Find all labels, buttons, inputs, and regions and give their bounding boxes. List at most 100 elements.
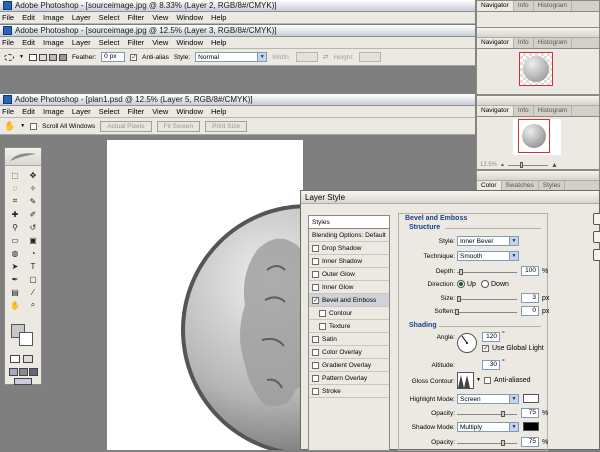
eraser-icon[interactable]: ▭ (9, 234, 21, 246)
style-item-blending-options-default[interactable]: Blending Options: Default (309, 229, 389, 242)
menu-view[interactable]: View (152, 107, 168, 116)
quickmask-buttons[interactable] (10, 355, 33, 363)
zoom-slider[interactable] (507, 161, 548, 168)
zoom-readout[interactable]: 12.5% (480, 162, 497, 168)
window-1-titlebar[interactable]: Adobe Photoshop - [sourceimage.jpg @ 8.3… (0, 0, 475, 12)
style-select[interactable]: Normal ▼ (195, 52, 268, 62)
style-item-checkbox[interactable] (312, 296, 319, 304)
selection-mode-icons[interactable] (28, 53, 67, 61)
move-icon[interactable]: ✥ (27, 169, 39, 181)
style-item-inner-shadow[interactable]: Inner Shadow (309, 255, 389, 268)
brush-icon[interactable]: ✐ (27, 208, 39, 220)
style-item-checkbox[interactable] (312, 361, 319, 369)
navigator-2-thumbnail[interactable] (519, 52, 553, 86)
blur-icon[interactable]: ◍ (9, 247, 21, 259)
soften-slider[interactable] (457, 312, 517, 313)
fit-screen-button[interactable]: Fit Screen (156, 120, 201, 132)
scroll-all-checkbox[interactable] (30, 122, 38, 130)
depth-slider[interactable] (457, 272, 517, 273)
global-light-checkbox[interactable] (482, 345, 489, 352)
style-item-checkbox[interactable] (312, 348, 319, 356)
depth-input[interactable]: 100 (521, 266, 539, 276)
direction-down-radio[interactable] (481, 280, 489, 288)
tab-info[interactable]: Info (514, 106, 534, 116)
style-item-color-overlay[interactable]: Color Overlay (309, 346, 389, 359)
print-size-button[interactable]: Print Size (205, 120, 247, 132)
style-item-gradient-overlay[interactable]: Gradient Overlay (309, 359, 389, 372)
pen-icon[interactable]: ✒ (9, 273, 21, 285)
highlight-opacity-slider[interactable] (457, 414, 517, 415)
hand-icon[interactable]: ✋ (9, 299, 21, 311)
size-slider-thumb[interactable] (457, 296, 461, 302)
menu-help[interactable]: Help (211, 38, 226, 47)
angle-dial[interactable] (457, 333, 477, 353)
menu-select[interactable]: Select (99, 38, 120, 47)
notes-icon[interactable]: ▤ (9, 286, 21, 298)
style-item-outer-glow[interactable]: Outer Glow (309, 268, 389, 281)
ok-button[interactable] (593, 213, 600, 225)
menu-image[interactable]: Image (43, 38, 64, 47)
tab-info[interactable]: Info (514, 38, 534, 48)
menu-file[interactable]: File (2, 13, 14, 22)
menu-view[interactable]: View (152, 38, 168, 47)
style-item-stroke[interactable]: Stroke (309, 385, 389, 398)
chevron-down-icon[interactable]: ▼ (20, 123, 25, 129)
bevel-style-select[interactable]: Inner Bevel ▼ (457, 236, 519, 246)
eyedropper-icon[interactable]: ⁄ (27, 286, 39, 298)
zoom-in-icon[interactable]: ▲ (551, 162, 558, 169)
slice-icon[interactable]: ✎ (27, 195, 39, 207)
rect-marquee-icon[interactable]: ⬚ (9, 169, 21, 181)
style-item-checkbox[interactable] (319, 309, 326, 317)
style-item-checkbox[interactable] (312, 283, 319, 291)
menu-window[interactable]: Window (176, 13, 203, 22)
shadow-opacity-slider[interactable] (457, 443, 517, 444)
menu-filter[interactable]: Filter (128, 38, 145, 47)
style-item-checkbox[interactable] (312, 244, 319, 252)
height-input[interactable] (359, 52, 382, 62)
menu-image[interactable]: Image (43, 13, 64, 22)
jump-to-imageready-button[interactable] (14, 378, 32, 385)
screen-mode-buttons[interactable] (9, 368, 38, 376)
menu-window[interactable]: Window (176, 38, 203, 47)
style-item-checkbox[interactable] (312, 374, 319, 382)
gradient-icon[interactable]: ▣ (27, 234, 39, 246)
elliptical-marquee-icon[interactable] (4, 53, 14, 61)
cancel-button[interactable] (593, 231, 600, 243)
shadow-color-swatch[interactable] (523, 422, 539, 431)
style-item-bevel-and-emboss[interactable]: Bevel and Emboss (309, 294, 389, 307)
path-selection-icon[interactable]: ➤ (9, 260, 21, 272)
menu-help[interactable]: Help (211, 13, 226, 22)
style-item-inner-glow[interactable]: Inner Glow (309, 281, 389, 294)
menu-view[interactable]: View (152, 13, 168, 22)
chevron-down-icon[interactable]: ▼ (19, 54, 24, 60)
style-item-satin[interactable]: Satin (309, 333, 389, 346)
tab-histogram[interactable]: Histogram (534, 106, 573, 116)
gloss-contour-preview[interactable] (457, 372, 474, 389)
menu-window[interactable]: Window (176, 107, 203, 116)
tab-histogram[interactable]: Histogram (534, 38, 573, 48)
tab-navigator[interactable]: Navigator (477, 1, 514, 11)
window-2-titlebar[interactable]: Adobe Photoshop - [sourceimage.jpg @ 12.… (0, 25, 475, 37)
highlight-color-swatch[interactable] (523, 394, 539, 403)
menu-filter[interactable]: Filter (128, 13, 145, 22)
technique-select[interactable]: Smooth ▼ (457, 251, 519, 261)
style-item-texture[interactable]: Texture (309, 320, 389, 333)
size-input[interactable]: 3 (521, 293, 539, 303)
chevron-down-icon[interactable]: ▼ (476, 377, 481, 383)
style-item-drop-shadow[interactable]: Drop Shadow (309, 242, 389, 255)
style-item-checkbox[interactable] (319, 322, 326, 330)
navigator-main-header[interactable] (477, 96, 599, 106)
background-color-swatch[interactable] (19, 332, 33, 346)
soften-slider-thumb[interactable] (455, 309, 459, 315)
shadow-opacity-thumb[interactable] (501, 440, 505, 446)
swap-icon[interactable]: ⇄ (323, 53, 329, 61)
type-icon[interactable]: T (27, 260, 39, 272)
style-item-checkbox[interactable] (312, 270, 319, 278)
style-item-checkbox[interactable] (312, 335, 319, 343)
zoom-out-icon[interactable]: ▲ (500, 162, 505, 168)
new-style-button[interactable] (593, 249, 600, 261)
size-slider[interactable] (457, 299, 517, 300)
style-item-checkbox[interactable] (312, 257, 319, 265)
tab-navigator[interactable]: Navigator (477, 38, 514, 48)
document-canvas[interactable] (107, 140, 433, 452)
